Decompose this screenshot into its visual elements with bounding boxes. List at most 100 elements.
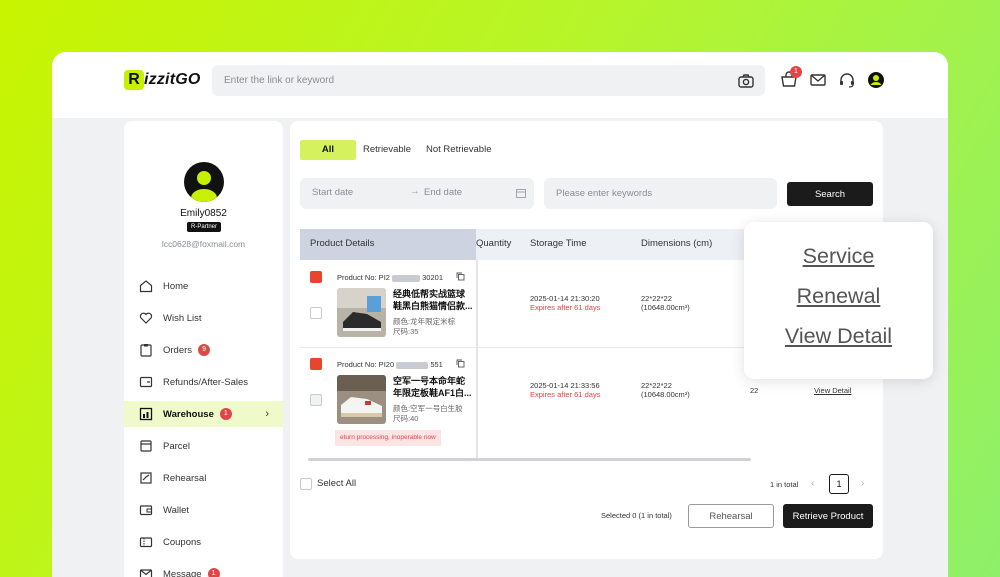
volume-value: (10648.00cm³) [641, 390, 690, 399]
logo[interactable]: R izzitGO [124, 70, 201, 90]
shop-icon [310, 358, 322, 370]
clipboard-icon [140, 344, 152, 357]
expiry-text: Expires after 61 days [530, 303, 601, 312]
wallet-icon [139, 505, 153, 516]
message-icon [139, 569, 153, 577]
keyword-input[interactable] [544, 178, 777, 209]
sidebar-item-refunds[interactable]: Refunds/After-Sales [124, 369, 283, 395]
renewal-link[interactable]: Renewal [744, 284, 933, 309]
sneaker-image [337, 375, 386, 424]
camera-icon[interactable] [737, 72, 755, 90]
mail-icon[interactable] [809, 71, 827, 89]
select-all-checkbox[interactable] [300, 478, 312, 490]
sidebar-item-label: Refunds/After-Sales [163, 376, 249, 388]
sidebar-item-message[interactable]: Message 1 [124, 561, 283, 577]
user-email: lcc0628@foxmail.com [161, 239, 246, 249]
storage-timestamp: 2025-01-14 21:33:56 [530, 381, 600, 390]
sneaker-image [337, 288, 386, 337]
rehearsal-button[interactable]: Rehearsal [688, 504, 774, 528]
rehearsal-icon [140, 472, 152, 484]
expiry-text: Expires after 61 days [530, 390, 601, 399]
user-avatar-icon[interactable] [867, 71, 885, 89]
row-checkbox-disabled [310, 394, 322, 406]
status-warning-tag: eturn processing, inoperable now [335, 430, 441, 446]
logo-text: izzitGO [144, 71, 201, 88]
product-number: Product No: PI2 30201 [337, 273, 443, 282]
volume-value: (10648.00cm³) [641, 303, 690, 312]
sidebar-item-wallet[interactable]: Wallet [124, 497, 283, 523]
product-title[interactable]: 经典低帮实战篮球鞋黑白熊猫情侣款... [393, 288, 473, 312]
sidebar-item-rehearsal[interactable]: Rehearsal [124, 465, 283, 491]
heart-icon [139, 312, 153, 324]
warehouse-badge: 1 [219, 408, 232, 420]
col-dimensions: Dimensions (cm) [641, 238, 713, 249]
row-actions-popup: Service Renewal View Detail [744, 222, 933, 379]
product-no-prefix: Product No: PI2 [337, 273, 390, 282]
coupon-icon [139, 537, 153, 548]
profile-avatar[interactable] [184, 162, 224, 202]
product-thumbnail[interactable] [337, 375, 386, 424]
copy-icon[interactable] [456, 359, 465, 368]
date-range-picker[interactable]: Start date → End date [300, 178, 534, 209]
view-detail-link[interactable]: View Detail [814, 386, 851, 395]
product-thumbnail[interactable] [337, 288, 386, 337]
sidebar-item-warehouse[interactable]: Warehouse 1 › [124, 401, 283, 427]
shop-icon [310, 271, 322, 283]
sidebar-item-label: Home [163, 280, 189, 292]
dimensions: 22*22*22 (10648.00cm³) [641, 381, 690, 399]
sidebar-item-label: Rehearsal [163, 472, 207, 484]
view-detail-popup-link[interactable]: View Detail [744, 324, 933, 349]
orders-badge: 9 [198, 344, 211, 356]
selected-count: Selected 0 (1 in total) [601, 511, 672, 520]
storage-time: 2025-01-14 21:30:20 Expires after 61 day… [530, 294, 600, 312]
sidebar-item-label: Parcel [163, 440, 190, 452]
page-number[interactable]: 1 [829, 474, 849, 494]
row-checkbox[interactable] [310, 307, 322, 319]
tab-all[interactable]: All [300, 140, 356, 160]
product-spec-color: 颜色:龙年限定米棕 [393, 317, 456, 326]
prev-page-icon[interactable]: ‹ [811, 478, 814, 489]
sidebar-item-label: Coupons [163, 536, 202, 548]
cart-badge: 1 [790, 66, 802, 78]
tab-not-retrievable[interactable]: Not Retrievable [426, 140, 491, 160]
storage-time: 2025-01-14 21:33:56 Expires after 61 day… [530, 381, 600, 399]
sidebar-item-wish-list[interactable]: Wish List [124, 305, 283, 331]
sidebar-item-parcel[interactable]: Parcel [124, 433, 283, 459]
search-button[interactable]: Search [787, 182, 873, 206]
headset-icon[interactable] [838, 71, 856, 89]
product-spec-size: 尺码:35 [393, 327, 419, 336]
message-badge: 1 [207, 568, 220, 577]
col-product-details: Product Details [310, 238, 375, 249]
tab-retrievable[interactable]: Retrievable [363, 140, 411, 160]
product-title[interactable]: 空军一号本命年蛇年限定板鞋AF1白... [393, 375, 473, 399]
parcel-icon [140, 440, 152, 452]
retrieve-product-button[interactable]: Retrieve Product [783, 504, 873, 528]
product-spec-color: 颜色:空军一号白生胶 [393, 404, 463, 413]
select-all-label[interactable]: Select All [317, 478, 356, 489]
horizontal-scrollbar[interactable] [308, 458, 751, 461]
fixed-column-divider [476, 260, 478, 458]
service-link[interactable]: Service [744, 244, 933, 269]
sidebar-item-label: Wish List [163, 312, 202, 324]
calendar-icon [516, 189, 526, 198]
product-no-prefix: Product No: PI20 [337, 360, 395, 369]
copy-icon[interactable] [456, 272, 465, 281]
next-page-icon[interactable]: › [861, 478, 864, 489]
col-storage-time: Storage Time [530, 238, 587, 249]
search-input[interactable] [212, 65, 737, 96]
dimensions-value: 22*22*22 [641, 294, 672, 303]
sidebar-item-orders[interactable]: Orders 9 [124, 337, 283, 363]
product-no-suffix: 30201 [422, 273, 443, 282]
product-number: Product No: PI20 551 [337, 360, 443, 369]
redacted-block [392, 274, 421, 282]
end-date[interactable]: End date [424, 187, 462, 198]
redacted-block [396, 361, 429, 369]
sidebar-item-label: Wallet [163, 504, 190, 516]
logo-mark: R [124, 70, 144, 90]
sidebar-item-coupons[interactable]: Coupons [124, 529, 283, 555]
start-date[interactable]: Start date [312, 187, 353, 198]
user-icon [191, 171, 217, 202]
sidebar-item-home[interactable]: Home [124, 273, 283, 299]
search-bar [212, 65, 765, 96]
sidebar-item-label: Orders [163, 344, 193, 356]
